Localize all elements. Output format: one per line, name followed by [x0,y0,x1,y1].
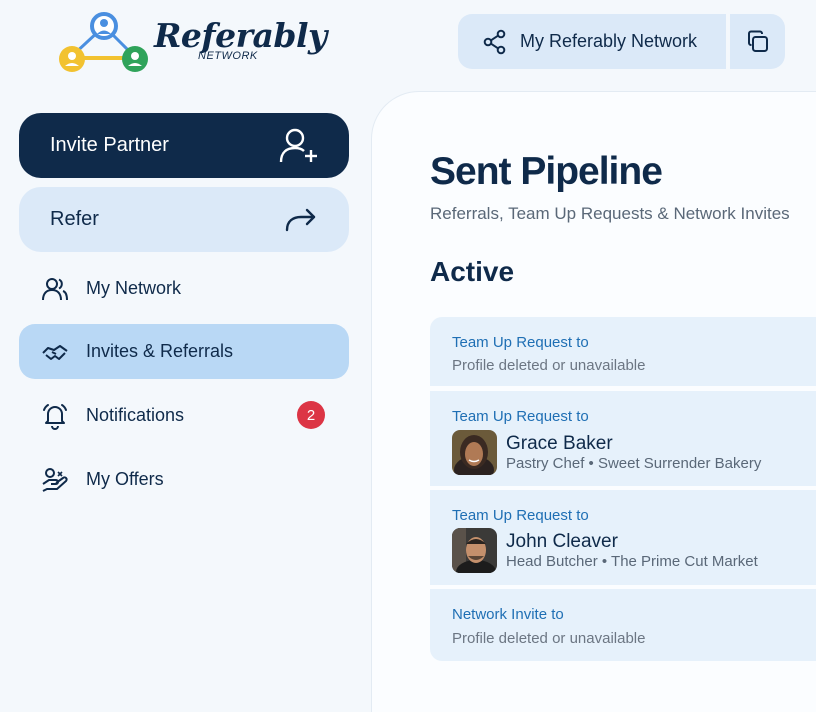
sidebar-item-label: My Offers [86,469,164,489]
card-type: Network Invite to [452,606,564,623]
page-subtitle: Referrals, Team Up Requests & Network In… [430,204,790,223]
offer-hand-icon [41,466,69,494]
refer-button[interactable]: Refer [19,187,349,252]
notification-count-badge: 2 [297,401,325,429]
bell-icon [41,402,69,430]
sidebar-item-my-offers[interactable]: My Offers [19,452,349,507]
page-title: Sent Pipeline [430,150,663,193]
avatar [452,528,497,573]
contact-role: Head Butcher • The Prime Cut Market [506,553,758,570]
referably-logo[interactable]: Referably NETWORK [54,8,327,80]
sidebar-item-label: Notifications [86,405,185,425]
sidebar-item-label: Invites & Referrals [86,341,234,361]
forward-arrow-icon [285,208,316,231]
invite-partner-button[interactable]: Invite Partner [19,113,349,178]
users-icon [41,275,69,303]
sidebar-item-notifications[interactable]: Notifications 2 [19,388,349,443]
pipeline-card[interactable]: Team Up Request to Grace Baker Pastry Ch… [430,391,816,486]
copy-icon [747,30,768,52]
card-type: Team Up Request to [452,408,589,425]
sidebar-item-invites-referrals[interactable]: Invites & Referrals [19,324,349,379]
sidebar-item-label: My Network [86,278,182,298]
sidebar-item-my-network[interactable]: My Network [19,261,349,316]
section-title-active: Active [430,256,515,287]
card-detail: Profile deleted or unavailable [452,630,646,647]
share-icon [483,29,506,54]
logo-network-icon [59,12,148,72]
add-user-icon [279,128,317,162]
card-detail: Profile deleted or unavailable [452,357,646,374]
pipeline-card[interactable]: Team Up Request to Profile deleted or un… [430,317,816,386]
my-network-button[interactable]: My Referably Network [458,14,726,69]
pipeline-card[interactable]: Team Up Request to John Cleaver Head But… [430,490,816,585]
logo-subtext: NETWORK [198,50,258,62]
avatar [452,430,497,475]
card-type: Team Up Request to [452,507,589,524]
my-network-button-label: My Referably Network [520,31,698,51]
contact-name: Grace Baker [506,433,613,454]
contact-name: John Cleaver [506,531,618,552]
pipeline-card[interactable]: Network Invite to Profile deleted or una… [430,589,816,661]
refer-label: Refer [50,208,99,230]
invite-partner-label: Invite Partner [50,134,169,156]
contact-role: Pastry Chef • Sweet Surrender Bakery [506,455,762,472]
handshake-icon [41,338,69,366]
copy-link-button[interactable] [730,14,785,69]
card-type: Team Up Request to [452,334,589,351]
